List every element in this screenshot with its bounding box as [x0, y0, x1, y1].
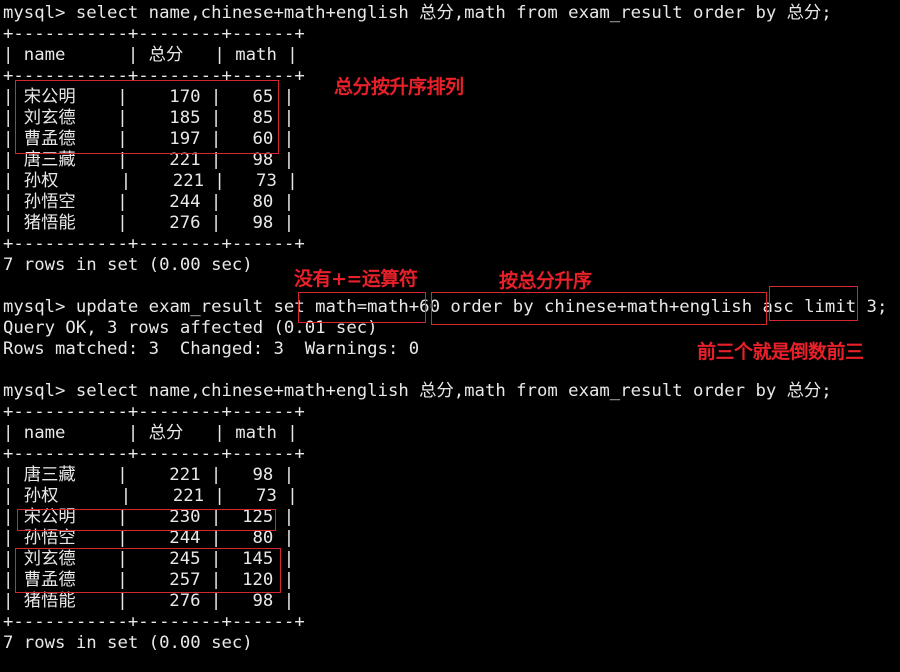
- result-table-1-border: +-----------+--------+------+: [3, 24, 305, 44]
- highlight-box-limit-clause: [769, 286, 858, 321]
- sql-command: mysql> select name,chinese+math+english …: [3, 381, 832, 401]
- result-table-1-header: | name | 总分 | math |: [3, 45, 298, 65]
- highlight-box-liu-cao: [15, 548, 281, 593]
- result-table-2-footer: 7 rows in set (0.00 sec): [3, 633, 253, 653]
- result-table-1-footer: 7 rows in set (0.00 sec): [3, 255, 253, 275]
- result-table-2-border: +-----------+--------+------+: [3, 444, 305, 464]
- table-row: | 孙权 | 221 | 73 |: [3, 171, 298, 191]
- note-order-asc: 按总分升序: [499, 270, 592, 292]
- highlight-box-songgongming: [17, 509, 276, 531]
- result-table-2-border: +-----------+--------+------+: [3, 612, 305, 632]
- table-row: | 猪悟能 | 276 | 98 |: [3, 591, 295, 611]
- highlight-box-order-clause: [431, 292, 767, 325]
- table-row: | 孙悟空 | 244 | 80 |: [3, 528, 295, 548]
- sql-command: mysql> select name,chinese+math+english …: [3, 3, 832, 23]
- table-row: | 孙权 | 221 | 73 |: [3, 486, 298, 506]
- result-table-1-border: +-----------+--------+------+: [3, 234, 305, 254]
- note-no-plus-equals: 没有+=运算符: [294, 268, 418, 290]
- note-limit: 前三个就是倒数前三: [697, 341, 864, 363]
- highlight-box-top-three: [15, 80, 279, 154]
- note-ascending: 总分按升序排列: [334, 76, 464, 98]
- table-row: | 唐三藏 | 221 | 98 |: [3, 465, 295, 485]
- table-row: | 猪悟能 | 276 | 98 |: [3, 213, 295, 233]
- result-table-2-header: | name | 总分 | math |: [3, 423, 298, 443]
- result-table-2-border: +-----------+--------+------+: [3, 402, 305, 422]
- table-row: | 孙悟空 | 244 | 80 |: [3, 192, 295, 212]
- highlight-box-set-clause: [298, 292, 426, 323]
